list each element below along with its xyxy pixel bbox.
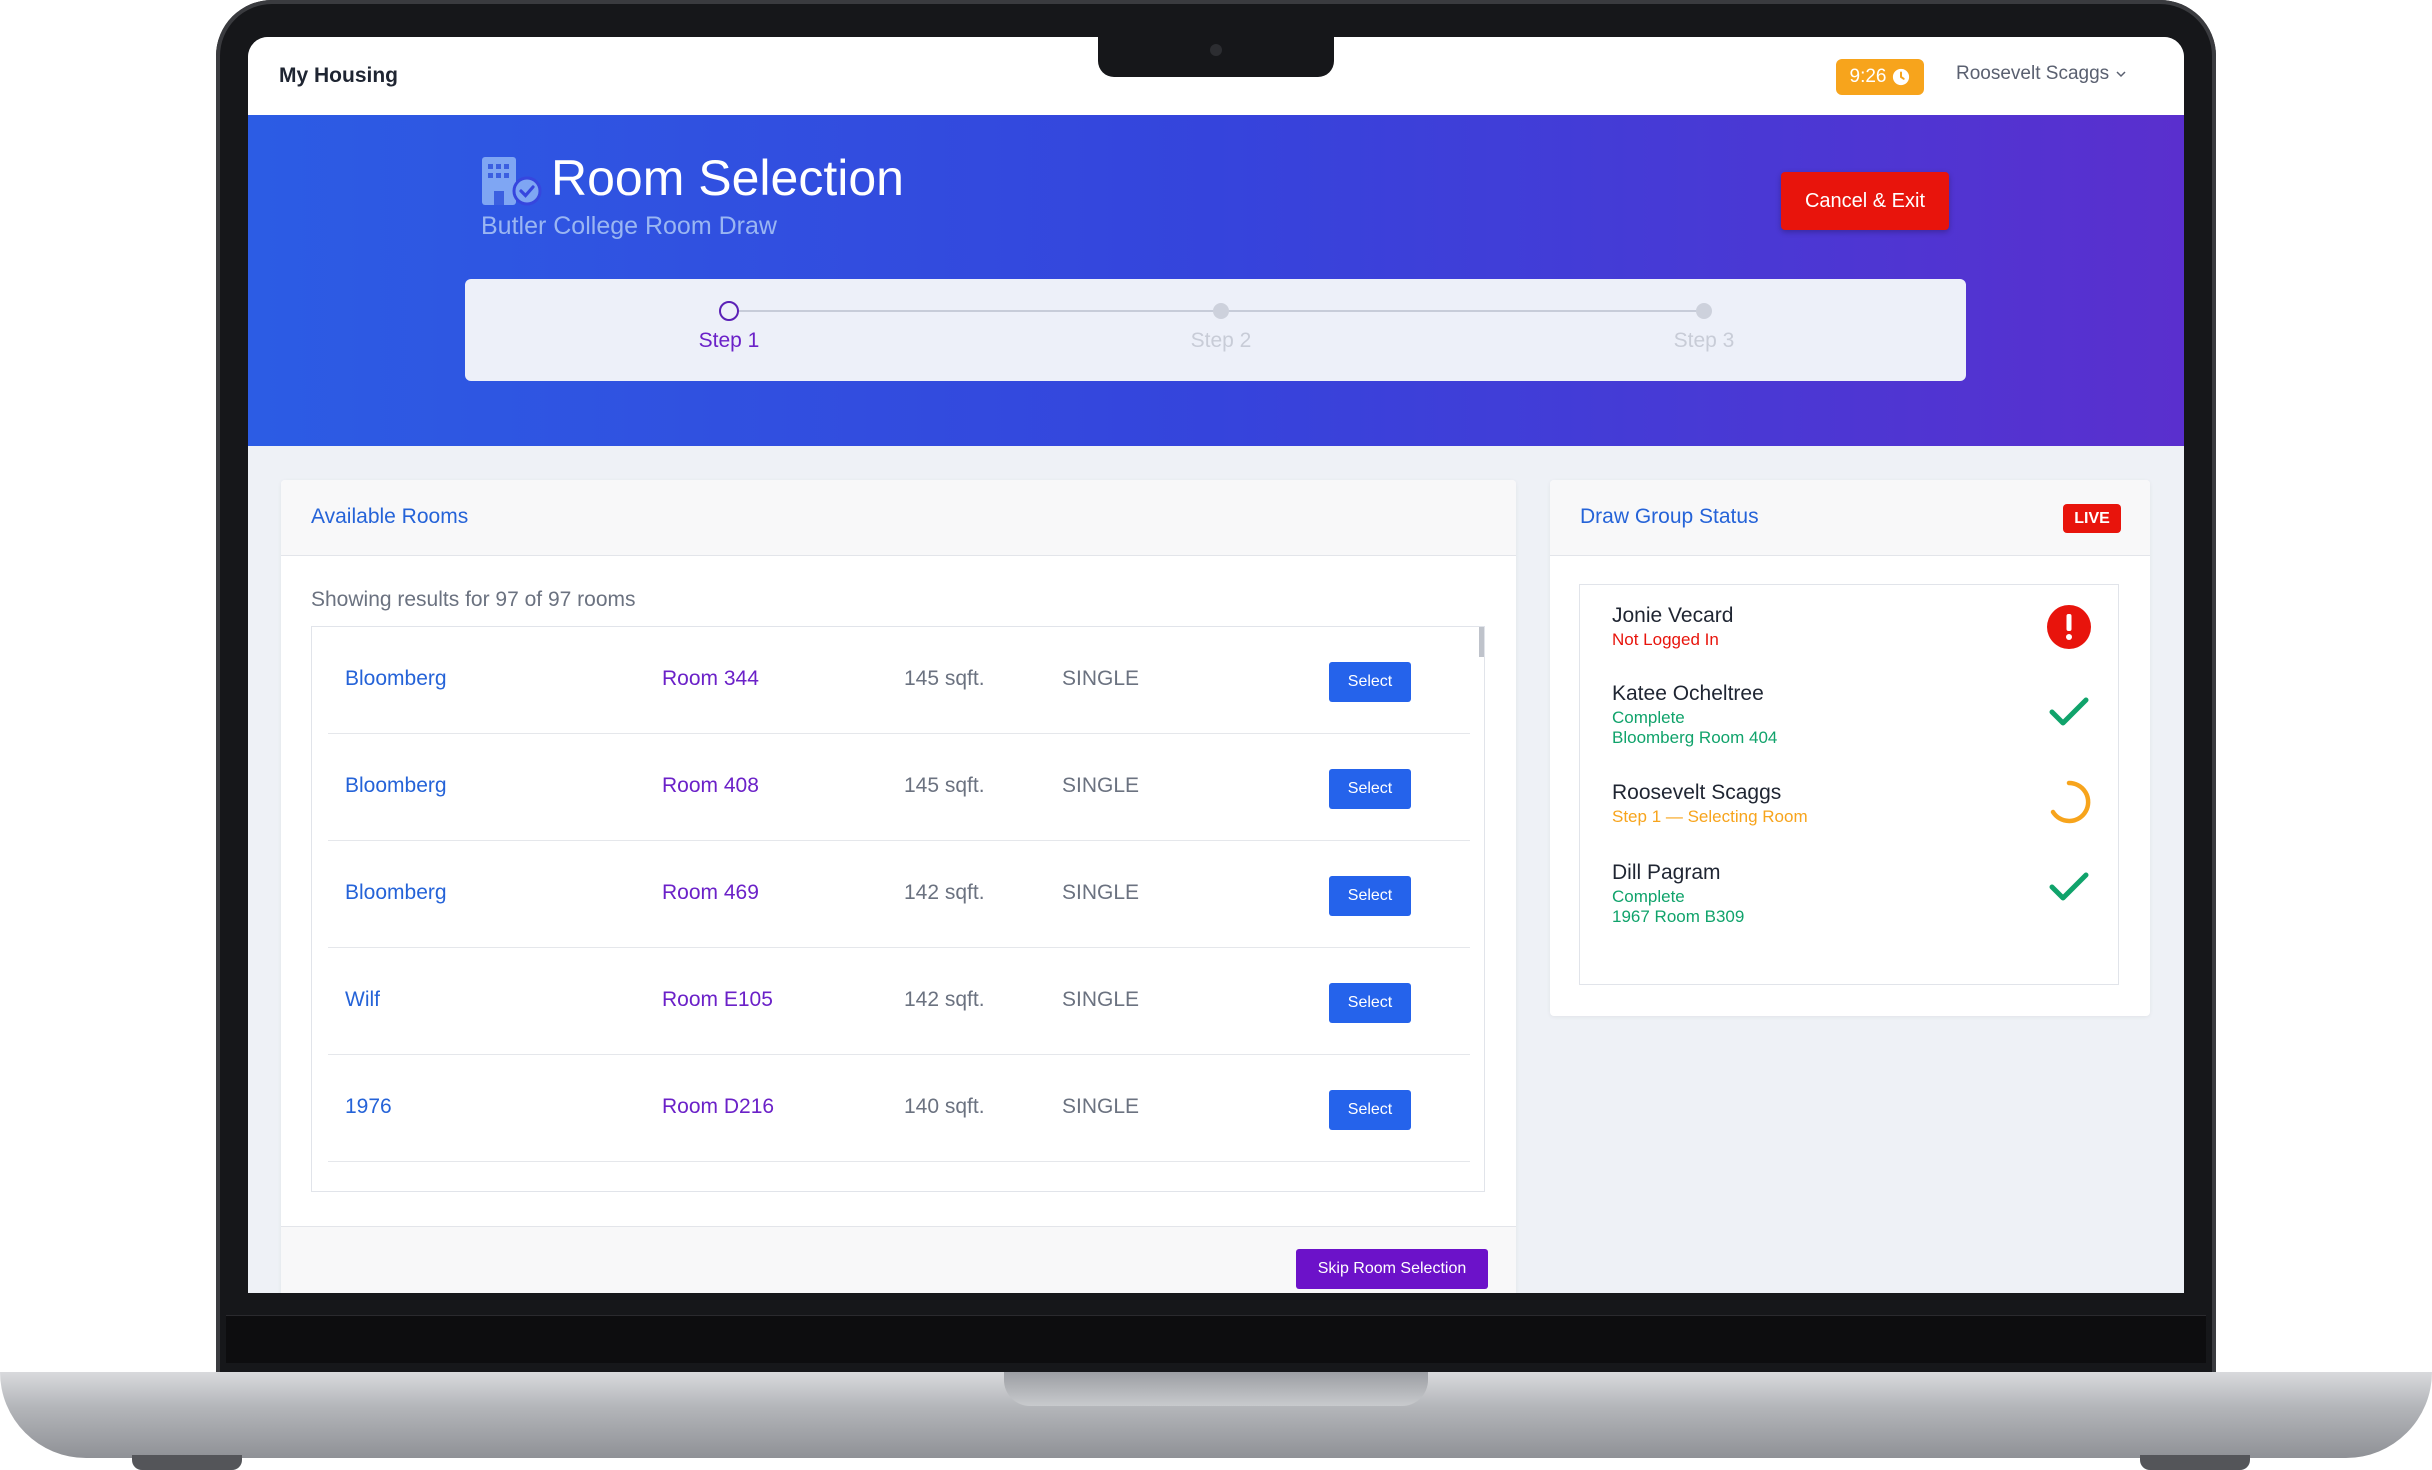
user-name: Roosevelt Scaggs [1956, 63, 2110, 84]
select-button[interactable]: Select [1329, 983, 1411, 1023]
member-status: Step 1 — Selecting Room [1612, 807, 1808, 826]
member-status: Not Logged In [1612, 630, 1719, 649]
results-count: Showing results for 97 of 97 rooms [311, 588, 636, 611]
room-size: 142 sqft. [904, 988, 985, 1011]
select-button[interactable]: Select [1329, 662, 1411, 702]
room-type: SINGLE [1062, 988, 1140, 1011]
room-type: SINGLE [1062, 881, 1140, 904]
room-type: SINGLE [1062, 774, 1140, 797]
card-title: Draw Group Status [1580, 505, 1759, 528]
building-link[interactable]: 1976 [345, 1095, 392, 1119]
user-menu[interactable]: Roosevelt Scaggs [1956, 63, 2127, 85]
member-detail: 1967 Room B309 [1612, 907, 1745, 926]
card-header: Draw Group Status LIVE [1550, 480, 2150, 556]
app-name[interactable]: My Housing [279, 64, 398, 88]
draw-group-status-card: Draw Group Status LIVE Jonie Vecard Not … [1550, 480, 2150, 1016]
bezel-bottom [226, 1315, 2206, 1363]
list-item: Dill Pagram Complete 1967 Room B309 [1612, 861, 2092, 927]
room-link[interactable]: Room E105 [662, 988, 773, 1012]
spinner-icon [2050, 780, 2091, 824]
screen: My Housing 9:26 Roosevelt Scaggs Room Se… [248, 37, 2184, 1293]
page-subtitle: Butler College Room Draw [481, 212, 777, 240]
member-name: Jonie Vecard [1612, 604, 1734, 627]
card-header: Available Rooms [281, 480, 1516, 556]
room-size: 142 sqft. [904, 881, 985, 904]
step-1-label: Step 1 [698, 329, 760, 352]
select-button[interactable]: Select [1329, 1090, 1411, 1130]
member-detail: Bloomberg Room 404 [1612, 728, 1778, 747]
room-link[interactable]: Room D216 [662, 1095, 774, 1119]
cancel-exit-button[interactable]: Cancel & Exit [1781, 172, 1949, 230]
room-type: SINGLE [1062, 1095, 1140, 1118]
scrollbar[interactable] [1479, 627, 1484, 657]
laptop-foot [2140, 1455, 2250, 1470]
laptop-foot [132, 1455, 242, 1470]
group-member-list: Jonie Vecard Not Logged In Katee Ocheltr… [1579, 584, 2119, 985]
alert-icon [2047, 605, 2091, 649]
check-icon [2049, 697, 2089, 726]
select-button[interactable]: Select [1329, 876, 1411, 916]
clock-icon [1893, 68, 1910, 86]
room-size: 145 sqft. [904, 667, 985, 690]
step-3-label: Step 3 [1673, 329, 1735, 352]
step-3-dot [1696, 303, 1712, 319]
step-1-dot [719, 301, 739, 321]
building-check-icon [482, 157, 542, 206]
list-item: Roosevelt Scaggs Step 1 — Selecting Room [1612, 780, 2092, 827]
available-rooms-card: Available Rooms Showing results for 97 o… [281, 480, 1516, 1293]
skip-room-selection-button[interactable]: Skip Room Selection [1296, 1249, 1488, 1289]
building-link[interactable]: Bloomberg [345, 774, 447, 798]
list-item: Katee Ocheltree Complete Bloomberg Room … [1612, 682, 2092, 748]
room-link[interactable]: Room 408 [662, 774, 759, 798]
select-button[interactable]: Select [1329, 769, 1411, 809]
step-2-dot [1213, 303, 1229, 319]
rooms-table[interactable]: Bloomberg Room 344 145 sqft. SINGLE Sele… [311, 626, 1485, 1192]
member-name: Katee Ocheltree [1612, 682, 1764, 705]
table-row: Bloomberg Room 469 142 sqft. SINGLE Sele… [328, 841, 1470, 948]
laptop-groove [1004, 1372, 1428, 1406]
table-row: Bloomberg Room 344 145 sqft. SINGLE Sele… [328, 627, 1470, 734]
table-row: 1976 Room D216 140 sqft. SINGLE Select [328, 1055, 1470, 1162]
chevron-down-icon [2116, 71, 2126, 78]
page-title: Room Selection [551, 150, 904, 206]
room-type: SINGLE [1062, 667, 1140, 690]
member-name: Roosevelt Scaggs [1612, 781, 1782, 804]
hero-banner: Room Selection Butler College Room Draw … [248, 115, 2184, 446]
member-status: Complete [1612, 887, 1685, 906]
progress-stepper: Step 1 Step 2 Step 3 [465, 279, 1966, 381]
member-status: Complete [1612, 708, 1685, 727]
building-link[interactable]: Bloomberg [345, 881, 447, 905]
card-footer: Skip Room Selection [281, 1226, 1516, 1293]
room-link[interactable]: Room 469 [662, 881, 759, 905]
building-link[interactable]: Bloomberg [345, 667, 447, 691]
camera-notch [1098, 37, 1334, 77]
camera-icon [1210, 44, 1222, 56]
live-badge: LIVE [2063, 504, 2121, 533]
room-size: 140 sqft. [904, 1095, 985, 1118]
room-link[interactable]: Room 344 [662, 667, 759, 691]
table-row: Wilf Room E105 142 sqft. SINGLE Select [328, 948, 1470, 1055]
building-link[interactable]: Wilf [345, 988, 380, 1012]
timer-text: 9:26 [1849, 66, 1887, 87]
member-name: Dill Pagram [1612, 861, 1721, 884]
table-row: Bloomberg Room 408 145 sqft. SINGLE Sele… [328, 734, 1470, 841]
list-item: Jonie Vecard Not Logged In [1612, 604, 2092, 650]
check-icon [2049, 872, 2089, 901]
card-title: Available Rooms [311, 505, 469, 528]
timer-badge: 9:26 [1836, 59, 1924, 95]
room-size: 145 sqft. [904, 774, 985, 797]
step-2-label: Step 2 [1190, 329, 1252, 352]
